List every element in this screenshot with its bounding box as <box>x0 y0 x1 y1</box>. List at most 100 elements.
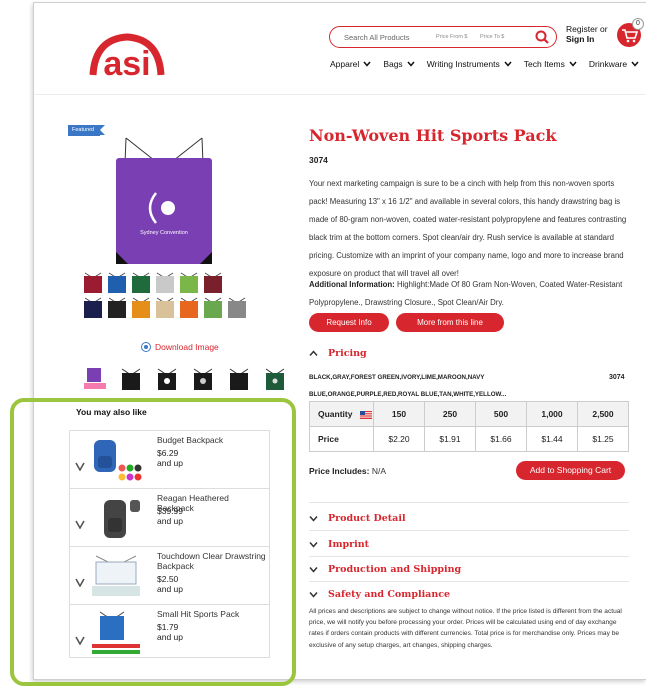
sign-in-link[interactable]: Register or Sign In <box>566 24 608 44</box>
table-cell: 500 <box>475 401 527 427</box>
item-name[interactable]: Small Hit Sports Pack <box>157 609 267 620</box>
download-image-link[interactable]: Download Image <box>141 342 219 352</box>
color-swatch[interactable] <box>226 296 248 318</box>
color-swatch[interactable] <box>106 296 128 318</box>
thumbnail-3[interactable] <box>154 365 180 391</box>
production-shipping-toggle[interactable]: Production and Shipping <box>309 564 461 575</box>
nav-drinkware[interactable]: Drinkware <box>589 59 639 69</box>
pricing-section-toggle[interactable]: Pricing <box>309 348 367 359</box>
color-swatches <box>82 271 272 321</box>
color-swatch[interactable] <box>106 271 128 293</box>
table-cell: $1.25 <box>577 426 629 452</box>
asi-logo[interactable]: asi <box>89 29 165 79</box>
color-swatch[interactable] <box>178 296 200 318</box>
us-flag-icon <box>360 410 373 419</box>
item-price: $39.99 <box>157 506 183 516</box>
safety-compliance-toggle[interactable]: Safety and Compliance <box>309 589 450 600</box>
header-divider <box>34 94 646 95</box>
download-icon <box>141 342 151 352</box>
pricing-item-number: 3074 <box>609 374 625 381</box>
product-thumbnail <box>94 440 142 481</box>
color-swatch[interactable] <box>178 271 200 293</box>
additional-information: Additional Information: Highlight:Made O… <box>309 280 623 307</box>
bag-imprint-text: Sydney Convention <box>140 230 188 236</box>
color-swatch[interactable] <box>82 271 104 293</box>
item-name[interactable]: Budget Backpack <box>157 435 267 446</box>
table-cell: 150 <box>373 401 425 427</box>
list-item[interactable]: Budget Backpack $6.29 and up <box>70 431 269 489</box>
price-includes: Price Includes: N/A <box>309 466 387 476</box>
product-page: asi Search All Products Price From $ Pri… <box>33 2 646 680</box>
color-swatch[interactable] <box>130 271 152 293</box>
chevron-down-icon <box>569 61 577 67</box>
chevron-down-icon <box>309 542 318 548</box>
table-cell: $1.91 <box>424 426 476 452</box>
product-thumbnail <box>92 611 140 654</box>
nav-bags[interactable]: Bags <box>383 59 415 69</box>
v-icon <box>75 520 85 529</box>
item-price: $2.50 <box>157 574 179 584</box>
thumbnail-5[interactable] <box>226 365 252 391</box>
color-swatch[interactable] <box>130 296 152 318</box>
v-icon <box>75 636 85 645</box>
product-thumbnail <box>104 500 140 538</box>
divider <box>309 530 629 531</box>
search-bar[interactable]: Search All Products Price From $ Price T… <box>329 26 557 48</box>
more-from-line-button[interactable]: More from this line <box>396 313 504 332</box>
nav-tech-items[interactable]: Tech Items <box>524 59 577 69</box>
product-detail-toggle[interactable]: Product Detail <box>309 513 406 524</box>
request-info-button[interactable]: Request Info <box>309 313 389 332</box>
table-cell: 250 <box>424 401 476 427</box>
chevron-down-icon <box>504 61 512 67</box>
list-item[interactable]: Small Hit Sports Pack $1.79 and up <box>70 605 269 657</box>
table-row: Price $2.20 $1.91 $1.66 $1.44 $1.25 <box>309 426 629 452</box>
v-icon <box>75 462 85 471</box>
divider <box>309 581 629 582</box>
price-to-input[interactable]: Price To $ <box>480 34 504 40</box>
item-price: $1.79 <box>157 622 179 632</box>
item-name[interactable]: Touchdown Clear Drawstring Backpack <box>157 551 267 571</box>
thumbnail-2[interactable] <box>118 365 144 391</box>
table-cell: $1.66 <box>475 426 527 452</box>
thumbnail-6[interactable] <box>262 365 288 391</box>
color-swatch[interactable] <box>154 296 176 318</box>
item-price-suffix: and up <box>157 458 183 468</box>
product-main-image[interactable]: Sydney Convention <box>104 128 224 268</box>
divider <box>309 556 629 557</box>
list-item[interactable]: Reagan Heathered Backpack $39.99 and up <box>70 489 269 547</box>
table-cell: $1.44 <box>526 426 578 452</box>
search-icon[interactable] <box>534 29 550 45</box>
item-price-suffix: and up <box>157 632 183 642</box>
quantity-header: Quantity <box>309 401 374 427</box>
thumbnail-1[interactable] <box>82 365 108 391</box>
item-price-suffix: and up <box>157 584 183 594</box>
color-swatch[interactable] <box>202 296 224 318</box>
price-from-input[interactable]: Price From $ <box>436 34 467 40</box>
chevron-down-icon <box>309 516 318 522</box>
chevron-up-icon <box>309 350 318 356</box>
color-list-line2: BLUE,ORANGE,PURPLE,RED,ROYAL BLUE,TAN,WH… <box>309 391 507 398</box>
chevron-down-icon <box>631 61 639 67</box>
product-description: Your next marketing campaign is sure to … <box>309 179 627 278</box>
nav-apparel[interactable]: Apparel <box>330 59 371 69</box>
color-swatch[interactable] <box>82 296 104 318</box>
table-cell: 1,000 <box>526 401 578 427</box>
chevron-down-icon <box>309 567 318 573</box>
may-also-like-title: You may also like <box>76 407 147 417</box>
color-swatch[interactable] <box>154 271 176 293</box>
imprint-toggle[interactable]: Imprint <box>309 539 369 550</box>
cart-count-badge: 0 <box>632 18 644 30</box>
may-also-like-list: Budget Backpack $6.29 and up Reagan Heat… <box>69 430 270 658</box>
search-input[interactable]: Search All Products <box>344 33 409 42</box>
color-swatch[interactable] <box>202 271 224 293</box>
list-item[interactable]: Touchdown Clear Drawstring Backpack $2.5… <box>70 547 269 605</box>
item-price: $6.29 <box>157 448 179 458</box>
nav-writing-instruments[interactable]: Writing Instruments <box>427 59 512 69</box>
thumbnail-strip <box>82 365 288 391</box>
color-list-line1: BLACK,GRAY,FOREST GREEN,IVORY,LIME,MAROO… <box>309 374 485 381</box>
price-header: Price <box>309 426 374 452</box>
chevron-down-icon <box>407 61 415 67</box>
add-to-cart-button[interactable]: Add to Shopping Cart <box>516 461 625 480</box>
thumbnail-4[interactable] <box>190 365 216 391</box>
price-table: Quantity 150 250 500 1,000 2,500 Price $… <box>309 401 629 452</box>
